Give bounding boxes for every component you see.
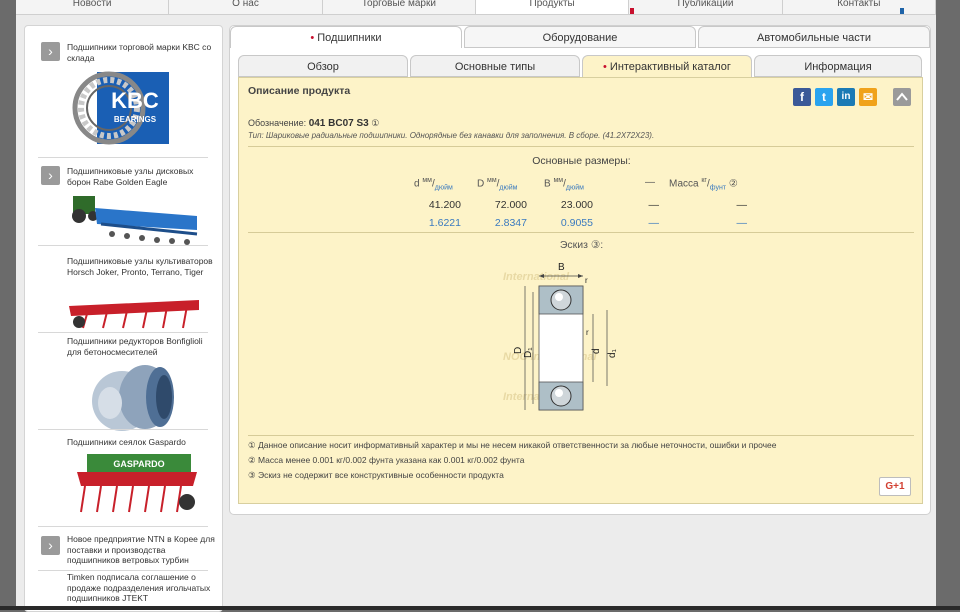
- tab-label: Основные типы: [454, 61, 536, 73]
- arrow-right-icon[interactable]: ›: [41, 42, 60, 61]
- gearbox-image: [92, 365, 174, 431]
- top-nav-item-contacts[interactable]: Контакты: [783, 0, 936, 14]
- cell-mass-lb: —: [736, 217, 748, 229]
- cell-d-mm: 41.200: [428, 199, 461, 211]
- cell-d-inch: 1.6221: [428, 217, 461, 229]
- divider: [38, 570, 208, 571]
- label-B: B: [558, 262, 565, 273]
- header-D: D мм/дюйм: [477, 177, 518, 192]
- top-nav: Новости О нас Торговые марки Продукты Пу…: [16, 0, 936, 15]
- top-nav-item-about[interactable]: О нас: [169, 0, 323, 14]
- scroll-up-icon[interactable]: [893, 88, 911, 106]
- subtab-main-types[interactable]: Основные типы: [410, 55, 580, 77]
- cell-mass-kg: —: [736, 199, 748, 211]
- header-d: d мм/дюйм: [414, 177, 453, 192]
- divider: [38, 157, 208, 158]
- mail-icon[interactable]: ✉: [859, 88, 877, 106]
- designation-label: Обозначение:: [248, 118, 307, 128]
- divider: [38, 526, 208, 527]
- cell-c4-inch: —: [648, 217, 660, 229]
- divider: [248, 232, 914, 233]
- label-D1: D₁: [523, 347, 534, 358]
- top-nav-item-products[interactable]: Продукты: [475, 0, 630, 14]
- bottom-strip: [0, 606, 960, 610]
- divider: [38, 332, 208, 333]
- top-nav-item-publications[interactable]: Публикации: [629, 0, 783, 14]
- designation-note: ①: [371, 118, 380, 128]
- designation-value: 041 BC07 S3: [308, 118, 369, 129]
- sidebar-item-title[interactable]: Timken подписала соглашение о продаже по…: [67, 572, 217, 604]
- note-2: ② Масса менее 0.001 кг/0.002 фунта указа…: [248, 455, 525, 465]
- kbc-logo: KBC BEARINGS: [69, 68, 171, 146]
- label-r2: r: [586, 328, 589, 337]
- subtab-overview[interactable]: Обзор: [238, 55, 408, 77]
- cell-D-inch: 2.8347: [494, 217, 527, 229]
- facebook-icon[interactable]: f: [793, 88, 811, 106]
- twitter-icon[interactable]: t: [815, 88, 833, 106]
- sidebar-item-title[interactable]: Подшипники сеялок Gaspardo: [67, 437, 217, 448]
- main-panel: • Подшипники Оборудование Автомобильные ч…: [229, 25, 931, 515]
- seeder-image: GASPARDO: [77, 454, 197, 513]
- disc-harrow-image: [72, 196, 198, 245]
- subtab-interactive-catalog[interactable]: • Интерактивный каталог: [582, 55, 752, 77]
- top-nav-item-news[interactable]: Новости: [16, 0, 170, 14]
- tab-label: Автомобильные части: [757, 32, 871, 44]
- cell-D-mm: 72.000: [494, 199, 527, 211]
- sidebar: › Подшипники торговой марки KBC со склад…: [24, 25, 223, 612]
- logo-subtext: BEARINGS: [114, 115, 157, 124]
- header-mass: Масса кг/фунт ②: [669, 177, 738, 192]
- cell-B-mm: 23.000: [560, 199, 593, 211]
- section-title: Описание продукта: [248, 85, 351, 97]
- type-line: Тип: Шариковые радиальные подшипники. Од…: [248, 131, 655, 140]
- page: Новости О нас Торговые марки Продукты Пу…: [16, 0, 936, 612]
- sidebar-item-title[interactable]: Подшипники редукторов Bonfiglioli для бе…: [67, 336, 217, 357]
- tab-label: Интерактивный каталог: [609, 61, 731, 73]
- logo-text: KBC: [111, 88, 159, 113]
- divider: [38, 245, 208, 246]
- header-B: B мм/дюйм: [544, 177, 584, 192]
- tab-label: Оборудование: [542, 32, 618, 44]
- header-dash: —: [645, 177, 655, 188]
- label-d1: d₁: [607, 348, 618, 358]
- label-r1: r: [585, 276, 588, 285]
- linkedin-icon[interactable]: in: [837, 88, 855, 106]
- tab-label: Обзор: [307, 61, 339, 73]
- tab-label: Подшипники: [317, 32, 382, 44]
- gplus-button[interactable]: G+1: [879, 477, 911, 496]
- bearing-sketch: International NOC International Internat…: [503, 262, 618, 411]
- tab-label: Информация: [804, 61, 872, 73]
- gaspardo-text: GASPARDO: [113, 459, 164, 469]
- cell-B-inch: 0.9055: [560, 217, 593, 229]
- sidebar-item-title[interactable]: Подшипниковые узлы дисковых борон Rabe G…: [67, 166, 217, 187]
- cell-c4-mm: —: [648, 199, 660, 211]
- subtab-info[interactable]: Информация: [754, 55, 922, 77]
- note-3: ③ Эскиз не содержит все конструктивные о…: [248, 470, 504, 480]
- sidebar-item-title[interactable]: Подшипниковые узлы культиваторов Horsch …: [67, 256, 217, 277]
- product-description: Описание продукта f t in ✉ Обозначение: …: [238, 77, 923, 504]
- designation-line: Обозначение: 041 BC07 S3 ①: [248, 118, 379, 129]
- top-nav-item-brands[interactable]: Торговые марки: [323, 0, 476, 14]
- tab-bearings[interactable]: • Подшипники: [230, 26, 462, 48]
- tab-auto-parts[interactable]: Автомобильные части: [698, 26, 930, 48]
- divider: [38, 429, 208, 430]
- sidebar-item-title[interactable]: Новое предприятие NTN в Корее для постав…: [67, 534, 217, 566]
- dims-title: Основные размеры:: [532, 155, 631, 167]
- nav-accent-red: [630, 8, 634, 14]
- arrow-right-icon[interactable]: ›: [41, 536, 60, 555]
- arrow-right-icon[interactable]: ›: [41, 166, 60, 185]
- tab-equipment[interactable]: Оборудование: [464, 26, 696, 48]
- label-d: d: [591, 348, 602, 354]
- nav-accent-blue: [900, 8, 904, 14]
- divider: [248, 146, 914, 147]
- note-1: ① Данное описание носит информативный ха…: [248, 440, 777, 450]
- cultivator-image: [69, 300, 199, 329]
- divider: [248, 435, 914, 436]
- sidebar-item-title[interactable]: Подшипники торговой марки KBC со склада: [67, 42, 217, 63]
